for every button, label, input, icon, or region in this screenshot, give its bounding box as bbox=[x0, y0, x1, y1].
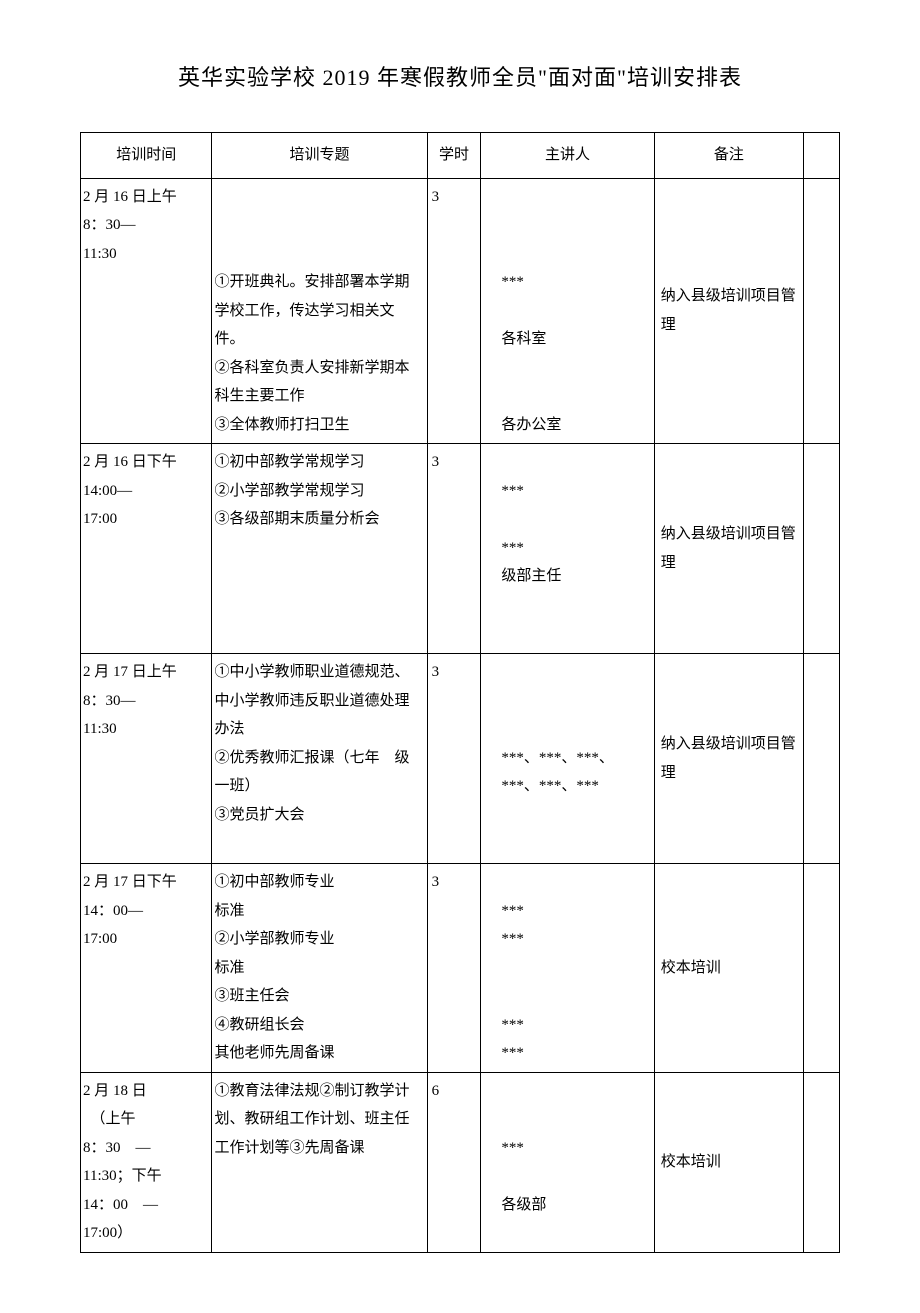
cell-speaker: ***、***、***、 ***、***、*** bbox=[481, 654, 654, 864]
cell-speaker: *** 各科室 各办公室 bbox=[481, 178, 654, 444]
cell-hours: 3 bbox=[427, 178, 481, 444]
cell-speaker: *** 各级部 bbox=[481, 1072, 654, 1252]
cell-hours: 3 bbox=[427, 654, 481, 864]
cell-topic: ①初中部教师专业 标准 ②小学部教师专业 标准 ③班主任会 ④教研组长会 其他老… bbox=[212, 864, 427, 1073]
cell-extra bbox=[804, 654, 840, 864]
cell-time: 2 月 17 日下午 14：00— 17:00 bbox=[81, 864, 212, 1073]
cell-extra bbox=[804, 178, 840, 444]
cell-hours: 6 bbox=[427, 1072, 481, 1252]
cell-note: 纳入县级培训项目管理 bbox=[654, 178, 803, 444]
header-note: 备注 bbox=[654, 133, 803, 179]
table-row: 2 月 18 日 （上午 8：30 — 11:30；下午 14：00 — 17:… bbox=[81, 1072, 840, 1252]
cell-time: 2 月 18 日 （上午 8：30 — 11:30；下午 14：00 — 17:… bbox=[81, 1072, 212, 1252]
page-title: 英华实验学校 2019 年寒假教师全员"面对面"培训安排表 bbox=[80, 60, 840, 92]
cell-speaker: *** *** *** *** bbox=[481, 864, 654, 1073]
cell-note: 纳入县级培训项目管理 bbox=[654, 444, 803, 654]
cell-topic: ①中小学教师职业道德规范、中小学教师违反职业道德处理办法 ②优秀教师汇报课（七年… bbox=[212, 654, 427, 864]
table-row: 2 月 16 日上午 8：30— 11:30 ①开班典礼。安排部署本学期学校工作… bbox=[81, 178, 840, 444]
cell-extra bbox=[804, 1072, 840, 1252]
header-hours: 学时 bbox=[427, 133, 481, 179]
schedule-table: 培训时间 培训专题 学时 主讲人 备注 2 月 16 日上午 8：30— 11:… bbox=[80, 132, 840, 1253]
cell-time: 2 月 16 日下午 14:00— 17:00 bbox=[81, 444, 212, 654]
table-header-row: 培训时间 培训专题 学时 主讲人 备注 bbox=[81, 133, 840, 179]
header-time: 培训时间 bbox=[81, 133, 212, 179]
cell-time: 2 月 17 日上午 8：30— 11:30 bbox=[81, 654, 212, 864]
cell-extra bbox=[804, 444, 840, 654]
cell-note: 校本培训 bbox=[654, 1072, 803, 1252]
table-row: 2 月 17 日上午 8：30— 11:30 ①中小学教师职业道德规范、中小学教… bbox=[81, 654, 840, 864]
cell-hours: 3 bbox=[427, 864, 481, 1073]
header-extra bbox=[804, 133, 840, 179]
cell-topic: ①初中部教学常规学习 ②小学部教学常规学习 ③各级部期末质量分析会 bbox=[212, 444, 427, 654]
cell-speaker: *** *** 级部主任 bbox=[481, 444, 654, 654]
header-speaker: 主讲人 bbox=[481, 133, 654, 179]
cell-extra bbox=[804, 864, 840, 1073]
header-topic: 培训专题 bbox=[212, 133, 427, 179]
cell-time: 2 月 16 日上午 8：30— 11:30 bbox=[81, 178, 212, 444]
cell-topic: ①开班典礼。安排部署本学期学校工作，传达学习相关文件。 ②各科室负责人安排新学期… bbox=[212, 178, 427, 444]
cell-topic: ①教育法律法规②制订教学计划、教研组工作计划、班主任工作计划等③先周备课 bbox=[212, 1072, 427, 1252]
cell-note: 纳入县级培训项目管理 bbox=[654, 654, 803, 864]
table-row: 2 月 17 日下午 14：00— 17:00 ①初中部教师专业 标准 ②小学部… bbox=[81, 864, 840, 1073]
cell-hours: 3 bbox=[427, 444, 481, 654]
table-row: 2 月 16 日下午 14:00— 17:00 ①初中部教学常规学习 ②小学部教… bbox=[81, 444, 840, 654]
cell-note: 校本培训 bbox=[654, 864, 803, 1073]
